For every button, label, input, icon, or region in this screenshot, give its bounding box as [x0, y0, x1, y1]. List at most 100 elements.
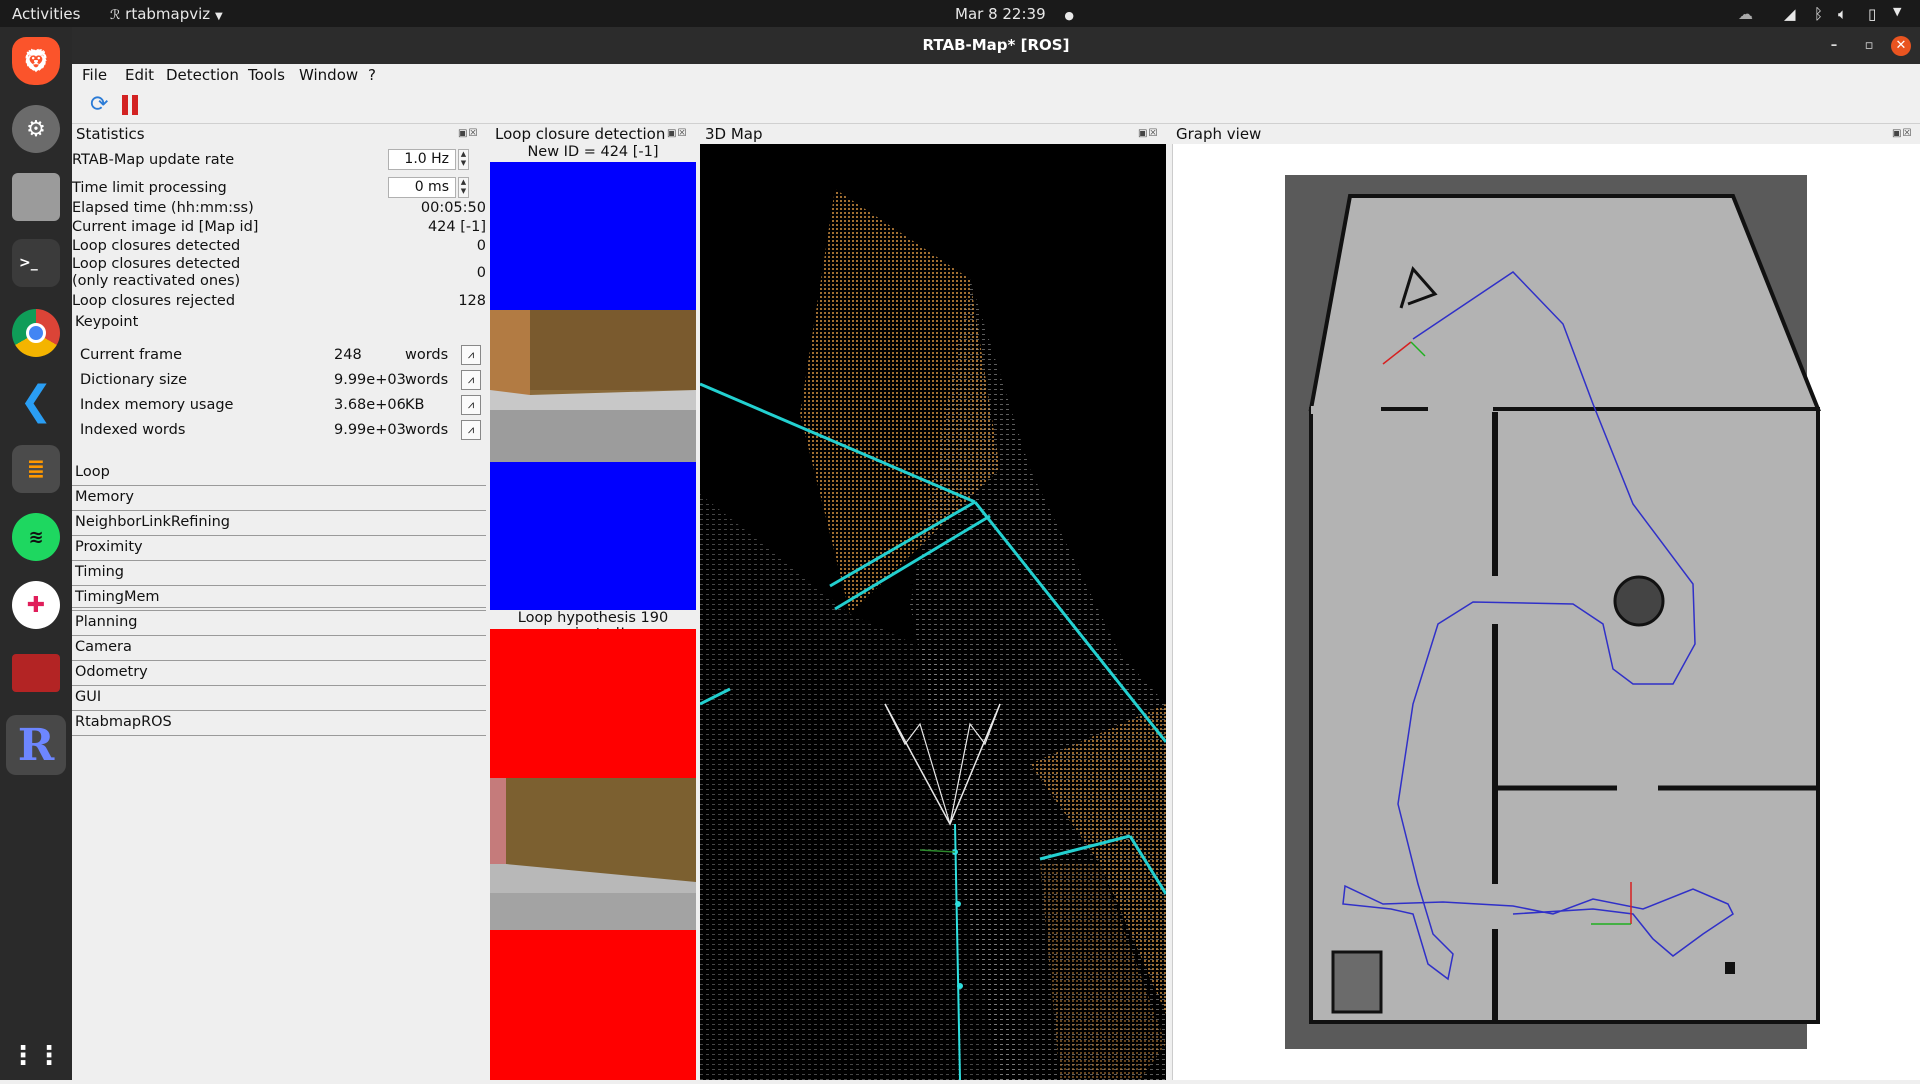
menu-tools[interactable]: Tools	[248, 66, 285, 84]
plot-button-icon[interactable]: ⩘	[461, 395, 481, 415]
plot-button-icon[interactable]: ⩘	[461, 420, 481, 440]
section-neighbor-link-refining[interactable]: NeighborLinkRefining	[72, 512, 486, 536]
screen-recorder-icon[interactable]	[12, 654, 60, 692]
stat-row-loop-reactivated: Loop closures detected (only reactivated…	[72, 256, 486, 292]
section-timing[interactable]: Timing	[72, 562, 486, 586]
keypoint-value: 9.99e+03	[334, 422, 406, 438]
menu-file[interactable]: File	[82, 66, 107, 84]
graph-view[interactable]	[1172, 144, 1920, 1080]
section-title: Loop	[75, 464, 110, 480]
time-limit-spinbox[interactable]: 0 ms	[388, 177, 456, 198]
activities-button[interactable]: Activities	[12, 5, 80, 23]
menu-edit[interactable]: Edit	[125, 66, 154, 84]
section-odometry[interactable]: Odometry	[72, 662, 486, 686]
loop-dock-float-close-icon[interactable]: ▣☒	[667, 128, 687, 139]
section-camera[interactable]: Camera	[72, 637, 486, 661]
section-loop[interactable]: Loop	[72, 462, 486, 486]
stat-value: 0	[476, 265, 486, 281]
pause-icon[interactable]	[122, 95, 128, 115]
wifi-icon[interactable]: ◢	[1784, 5, 1796, 23]
show-applications-icon[interactable]: ⋮⋮	[10, 1032, 62, 1080]
section-proximity[interactable]: Proximity	[72, 537, 486, 561]
loop-dock-title: Loop closure detection	[495, 125, 666, 143]
stat-label: Time limit processing	[72, 180, 227, 196]
graph-dock-title: Graph view	[1176, 125, 1262, 143]
plot-button-icon[interactable]: ⩘	[461, 345, 481, 365]
rtabmap-dock-icon[interactable]: R	[6, 715, 66, 775]
rtabmap-app-icon: ℛ	[110, 8, 121, 23]
files-icon[interactable]	[12, 173, 60, 221]
map-3d-view[interactable]	[700, 144, 1166, 1080]
notification-dot-icon: ●	[1064, 9, 1074, 22]
terminal-icon[interactable]: >_	[12, 239, 60, 287]
stat-value: 0	[476, 238, 486, 254]
menu-window[interactable]: Window	[299, 66, 358, 84]
vscode-icon[interactable]: ❮	[12, 377, 60, 425]
loop-image-view[interactable]	[490, 629, 696, 1080]
keypoint-row-index-memory: Index memory usage 3.68e+06 KB ⩘	[80, 395, 481, 417]
point-cloud-render	[700, 189, 1166, 1080]
keypoint-unit: words	[405, 422, 449, 438]
minimize-icon[interactable]: –	[1824, 36, 1844, 56]
plot-button-icon[interactable]: ⩘	[461, 370, 481, 390]
occupancy-grid-map	[1285, 175, 1821, 1049]
section-title: Camera	[75, 639, 132, 655]
settings-icon[interactable]: ⚙	[12, 105, 60, 153]
chrome-icon[interactable]	[12, 309, 60, 357]
slack-icon[interactable]: ✚	[12, 581, 60, 629]
stat-label: RTAB-Map update rate	[72, 152, 235, 168]
statistics-panel: RTAB-Map update rate 1.0 Hz ▲ ▼ Time limi…	[72, 144, 487, 1080]
cloud-icon[interactable]: ☁	[1738, 5, 1753, 23]
section-title: Odometry	[75, 664, 148, 680]
section-planning[interactable]: Planning	[72, 612, 486, 636]
graph-dock-float-close-icon[interactable]: ▣☒	[1892, 128, 1912, 139]
loop-closure-panel: New ID = 424 [-1] Loop hypothesis 190 re…	[490, 144, 696, 1080]
stat-value: 128	[458, 293, 486, 309]
stat-row-elapsed: Elapsed time (hh:mm:ss) 00:05:50	[72, 200, 486, 219]
keypoint-unit: words	[405, 372, 449, 388]
pause-icon-bar	[132, 95, 138, 115]
menu-detection[interactable]: Detection	[166, 66, 239, 84]
section-timing-mem[interactable]: TimingMem	[72, 587, 486, 611]
new-image-view[interactable]	[490, 162, 696, 610]
brave-browser-icon[interactable]: 🦁︎	[12, 37, 60, 85]
section-memory[interactable]: Memory	[72, 487, 486, 511]
clock[interactable]: Mar 8 22:39 ●	[955, 5, 1074, 23]
power-menu-icon[interactable]: ▼	[1893, 5, 1901, 18]
battery-icon[interactable]: ▯	[1868, 5, 1876, 23]
menu-help[interactable]: ?	[368, 66, 376, 84]
stat-label: Loop closures detected	[72, 238, 241, 254]
stat-row-update-rate: RTAB-Map update rate 1.0 Hz ▲ ▼	[72, 149, 486, 171]
app-menu[interactable]: ℛ rtabmapviz ▼	[110, 5, 223, 23]
update-rate-spin-arrows-icon[interactable]: ▲ ▼	[458, 149, 469, 170]
bluetooth-icon[interactable]: ᛒ	[1814, 5, 1823, 23]
keypoint-value: 3.68e+06	[334, 397, 406, 413]
section-title: Planning	[75, 614, 138, 630]
update-rate-spinbox[interactable]: 1.0 Hz	[388, 149, 456, 170]
section-gui[interactable]: GUI	[72, 687, 486, 711]
window-title: RTAB-Map* [ROS]	[922, 36, 1070, 54]
application-dock: 🦁︎ ⚙ >_ ❮ ≣ ≋ ✚ R ⋮⋮	[0, 27, 72, 1080]
caret-down-icon: ▼	[214, 11, 223, 22]
spotify-icon[interactable]: ≋	[12, 513, 60, 561]
map3d-dock-float-close-icon[interactable]: ▣☒	[1138, 128, 1158, 139]
section-title: Memory	[75, 489, 134, 505]
maximize-icon[interactable]: ▫	[1859, 36, 1879, 56]
keypoint-value: 248	[334, 347, 362, 363]
statistics-dock-float-close-icon[interactable]: ▣☒	[458, 128, 478, 139]
stat-row-loop-rejected: Loop closures rejected 128	[72, 293, 486, 312]
stat-row-loop-detected: Loop closures detected 0	[72, 238, 486, 257]
menu-bar: File Edit Detection Tools Window ?	[72, 64, 1920, 86]
close-icon[interactable]: ✕	[1891, 36, 1911, 56]
refresh-icon[interactable]: ⟳	[90, 92, 108, 117]
new-image-scene	[490, 310, 696, 462]
map3d-dock-title: 3D Map	[705, 125, 763, 143]
window-title-bar[interactable]: RTAB-Map* [ROS] – ▫ ✕	[72, 27, 1920, 64]
loop-image-scene	[490, 778, 696, 930]
stat-value: 424 [-1]	[427, 219, 486, 235]
sublime-text-icon[interactable]: ≣	[12, 445, 60, 493]
stat-row-image-id: Current image id [Map id] 424 [-1]	[72, 219, 486, 238]
section-rtabmap-ros[interactable]: RtabmapROS	[72, 712, 486, 736]
time-limit-spin-arrows-icon[interactable]: ▲ ▼	[458, 177, 469, 198]
volume-icon[interactable]: 🔈︎	[1838, 5, 1847, 23]
